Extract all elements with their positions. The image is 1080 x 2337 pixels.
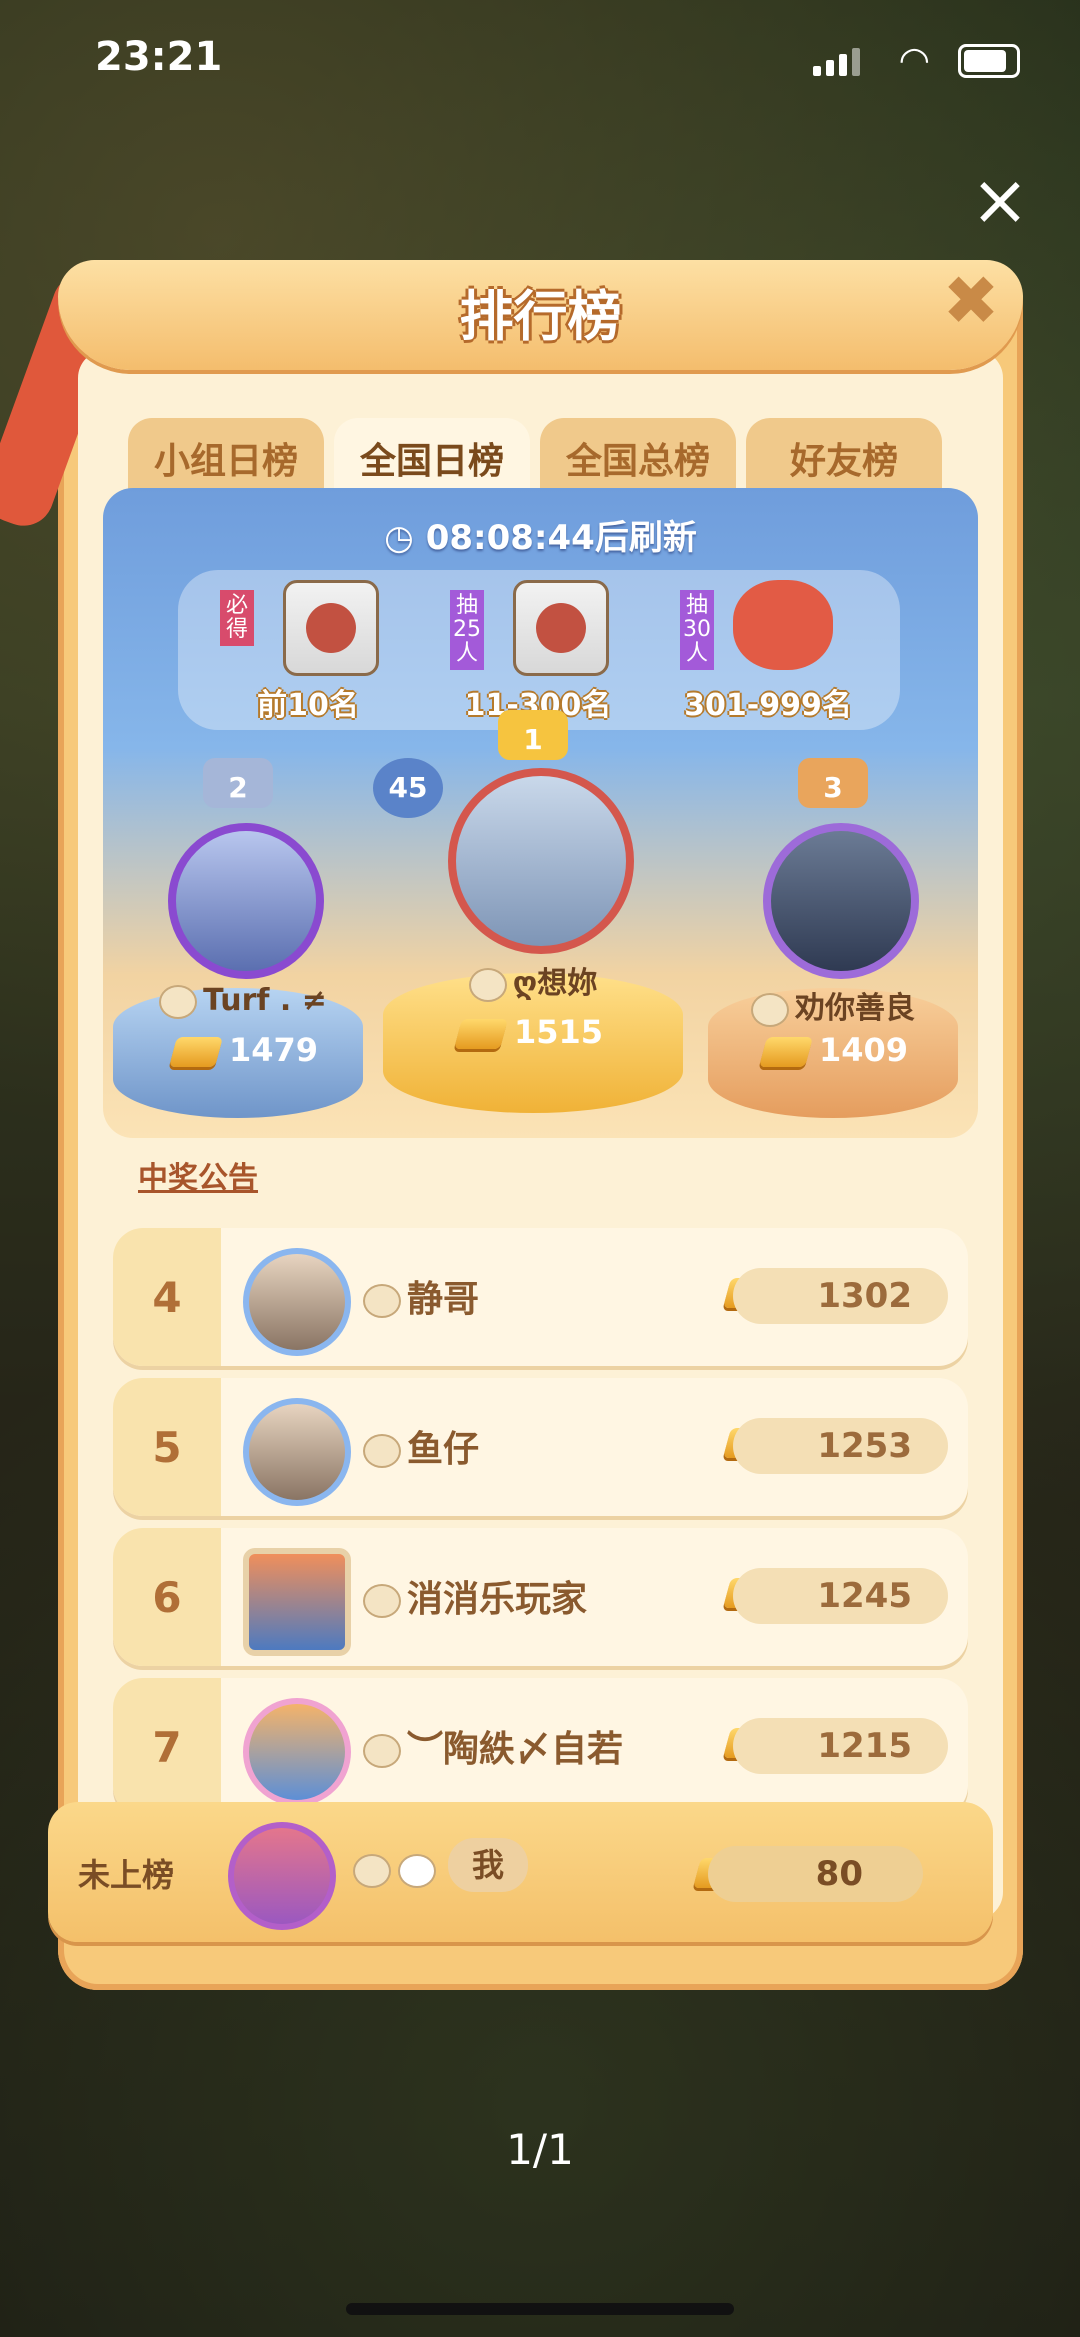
tab-bar: 小组日榜 全国日榜 全国总榜 好友榜 bbox=[128, 418, 942, 498]
avatar bbox=[228, 1822, 336, 1930]
leaderboard-panel: 排行榜 ✖ 小组日榜 全国日榜 全国总榜 好友榜 ◷ 08:08:44后刷新 必… bbox=[0, 260, 1023, 1990]
signal-icon bbox=[813, 48, 860, 76]
prize-tag: 必得 bbox=[220, 590, 254, 646]
tab-national-daily[interactable]: 全国日榜 bbox=[334, 418, 530, 498]
bunny-icon bbox=[751, 992, 789, 1027]
player-score: 1245 bbox=[733, 1568, 948, 1624]
prize-tag: 抽25人 bbox=[450, 590, 484, 670]
bunny-icon bbox=[159, 984, 198, 1019]
bunny-icon bbox=[353, 1854, 391, 1888]
list-item[interactable]: 4 静哥 1302 bbox=[113, 1228, 968, 1366]
podium-first[interactable]: 1 45 ღ想妳 1515 bbox=[373, 710, 693, 1138]
prize-tag: 抽30人 bbox=[680, 590, 714, 670]
rank-number: 7 bbox=[113, 1678, 221, 1816]
gold-bar-icon bbox=[168, 1037, 224, 1067]
page-indicator: 1/1 bbox=[506, 2125, 574, 2174]
battery-icon bbox=[958, 44, 1020, 78]
list-item[interactable]: 6 消消乐玩家 1245 bbox=[113, 1528, 968, 1666]
gift-bag-icon bbox=[283, 580, 379, 676]
avatar bbox=[168, 823, 324, 979]
prize-item[interactable]: 抽30人 301-999名 bbox=[658, 570, 878, 730]
panel-header: 排行榜 ✖ bbox=[58, 260, 1023, 370]
fox-plush-icon bbox=[733, 580, 833, 670]
player-name: Turf . ≠ bbox=[133, 983, 353, 1019]
gift-bag-icon bbox=[513, 580, 609, 676]
player-name: 静哥 bbox=[363, 1270, 479, 1322]
bunny-icon bbox=[363, 1434, 401, 1468]
bunny-icon bbox=[363, 1734, 401, 1768]
player-score: 1302 bbox=[733, 1268, 948, 1324]
avatar bbox=[243, 1248, 351, 1356]
list-item[interactable]: 7 ︶陶紩〆自若 1215 bbox=[113, 1678, 968, 1816]
level-badge: 45 bbox=[373, 758, 443, 818]
status-time: 23:21 bbox=[95, 34, 223, 80]
player-name: 消消乐玩家 bbox=[363, 1570, 587, 1622]
my-rank-row[interactable]: 未上榜 我 80 bbox=[48, 1802, 993, 1942]
podium-stage: ◷ 08:08:44后刷新 必得 前10名 抽25人 11-300名 抽30人 … bbox=[103, 488, 978, 1138]
player-score: 1215 bbox=[733, 1718, 948, 1774]
prize-item[interactable]: 必得 前10名 bbox=[198, 570, 418, 730]
bunny-icon bbox=[398, 1854, 436, 1888]
avatar bbox=[448, 768, 634, 954]
player-score: 1409 bbox=[758, 1031, 908, 1069]
gold-bar-icon bbox=[758, 1037, 814, 1067]
page-title: 排行榜 bbox=[459, 285, 622, 348]
tab-group-daily[interactable]: 小组日榜 bbox=[128, 418, 324, 498]
podium-third[interactable]: 3 劝你善良 1409 bbox=[703, 758, 963, 1138]
crown-icon: 1 bbox=[498, 710, 568, 760]
bunny-icon bbox=[363, 1584, 401, 1618]
close-icon[interactable]: × bbox=[970, 165, 1030, 235]
player-name: 鱼仔 bbox=[363, 1420, 479, 1472]
my-rank-label: 未上榜 bbox=[78, 1856, 175, 1894]
podium-second[interactable]: 2 Turf . ≠ 1479 bbox=[113, 758, 373, 1138]
status-bar: 23:21 ◠ bbox=[0, 30, 1080, 90]
wifi-icon: ◠ bbox=[898, 40, 930, 81]
player-score: 1253 bbox=[733, 1418, 948, 1474]
tab-national-total[interactable]: 全国总榜 bbox=[540, 418, 736, 498]
avatar bbox=[243, 1548, 351, 1656]
player-score: 1515 bbox=[453, 1013, 603, 1051]
my-score: 80 bbox=[708, 1846, 923, 1902]
player-name: ღ想妳 bbox=[423, 958, 643, 1002]
home-indicator[interactable] bbox=[346, 2303, 734, 2315]
gold-bar-icon bbox=[453, 1019, 509, 1049]
rank-number: 5 bbox=[113, 1378, 221, 1516]
prize-item[interactable]: 抽25人 11-300名 bbox=[428, 570, 648, 730]
player-name: ︶陶紩〆自若 bbox=[363, 1720, 623, 1772]
avatar bbox=[763, 823, 919, 979]
avatar bbox=[243, 1398, 351, 1506]
tab-friends[interactable]: 好友榜 bbox=[746, 418, 942, 498]
winner-notice-link[interactable]: 中奖公告 bbox=[138, 1153, 258, 1197]
list-item[interactable]: 5 鱼仔 1253 bbox=[113, 1378, 968, 1516]
rank-number: 4 bbox=[113, 1228, 221, 1366]
close-panel-icon[interactable]: ✖ bbox=[941, 268, 1001, 336]
crown-icon: 3 bbox=[798, 758, 868, 808]
rank-number: 6 bbox=[113, 1528, 221, 1666]
crown-icon: 2 bbox=[203, 758, 273, 808]
player-name: 劝你善良 bbox=[723, 983, 943, 1027]
bunny-icon bbox=[363, 1284, 401, 1318]
bunny-icon bbox=[468, 967, 507, 1002]
avatar bbox=[243, 1698, 351, 1806]
prize-strip: 必得 前10名 抽25人 11-300名 抽30人 301-999名 bbox=[178, 570, 900, 730]
clock-icon: ◷ bbox=[384, 518, 426, 558]
player-score: 1479 bbox=[168, 1031, 318, 1069]
refresh-timer: ◷ 08:08:44后刷新 bbox=[384, 518, 697, 558]
my-name: 我 bbox=[448, 1838, 528, 1892]
